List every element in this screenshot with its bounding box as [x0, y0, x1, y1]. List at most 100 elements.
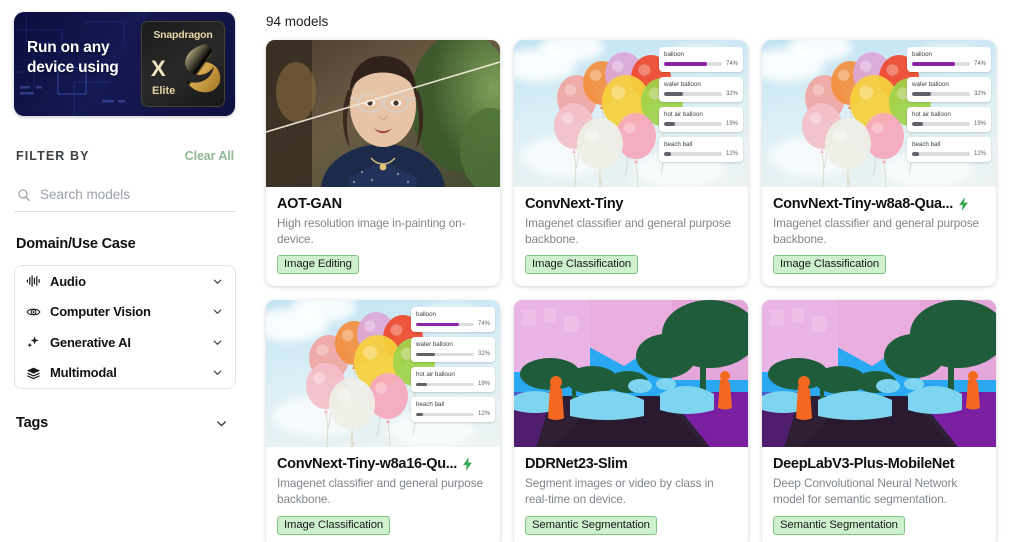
- prediction-item: hot air balloon 19%: [907, 107, 991, 132]
- prediction-value: 74%: [477, 321, 490, 328]
- model-title-row: AOT-GAN: [277, 196, 489, 212]
- prediction-bar-fill: [416, 412, 423, 417]
- street-segmentation-image: [762, 300, 996, 448]
- layers-icon: [26, 367, 41, 379]
- chevron-down-icon: [217, 420, 226, 426]
- sparkle-icon: [27, 336, 39, 348]
- prediction-bar-track: [912, 62, 970, 66]
- filter-label-multimodal: Multimodal: [50, 365, 117, 381]
- model-title-row: DDRNet23-Slim: [525, 456, 737, 472]
- classification-results-panel: balloon 74% water balloon 32% hot air ba…: [907, 47, 991, 162]
- prediction-bar-track: [912, 122, 970, 126]
- prediction-bar-track: [912, 92, 970, 96]
- prediction-bar-track: [416, 322, 474, 327]
- filter-label-generative-ai: Generative AI: [50, 334, 131, 350]
- filter-item-audio[interactable]: Audio: [15, 266, 235, 297]
- model-title-row: DeepLabV3-Plus-MobileNet: [773, 456, 985, 472]
- prediction-item: balloon 74%: [659, 47, 743, 72]
- prediction-value: 12%: [725, 151, 738, 157]
- model-category-badge[interactable]: Semantic Segmentation: [773, 515, 905, 535]
- prediction-bar-fill: [664, 62, 707, 66]
- model-card[interactable]: balloon 74% water balloon 32% hot air ba…: [514, 40, 748, 287]
- portrait-inpainting-image: [266, 40, 500, 187]
- model-card[interactable]: balloon 74% water balloon 32% hot air ba…: [762, 40, 996, 287]
- prediction-item: beach ball 12%: [411, 397, 495, 423]
- search-input-placeholder: Search models: [40, 187, 131, 202]
- prediction-bar-fill: [664, 152, 671, 156]
- prediction-value: 19%: [477, 381, 490, 388]
- snapdragon-promo-banner[interactable]: Run on any device using Snapdragon X Eli…: [14, 12, 235, 116]
- chevron-down-icon: [213, 340, 222, 345]
- model-title: ConvNext-Tiny-w8a8-Qua...: [773, 196, 953, 212]
- prediction-bar-track: [664, 152, 722, 156]
- filter-item-computer-vision[interactable]: Computer Vision: [15, 297, 235, 328]
- snapdragon-swirl-icon: [185, 44, 221, 93]
- domain-filter-list: Audio Computer Vision Generative AI Mult…: [14, 265, 236, 389]
- waveform-icon: [26, 275, 40, 288]
- model-card-body: DeepLabV3-Plus-MobileNet Deep Convolutio…: [762, 447, 996, 542]
- prediction-item: beach ball 12%: [659, 137, 743, 162]
- model-category-badge[interactable]: Semantic Segmentation: [525, 515, 657, 535]
- tags-label: Tags: [16, 415, 48, 431]
- prediction-label: beach ball: [416, 401, 445, 409]
- model-description: Imagenet classifier and general purpose …: [277, 476, 483, 507]
- model-card-grid: AOT-GAN High resolution image in-paintin…: [266, 40, 1010, 542]
- model-category-badge[interactable]: Image Classification: [773, 255, 887, 275]
- model-catalog-page: Run on any device using Snapdragon X Eli…: [0, 0, 1024, 542]
- domain-section-title: Domain/Use Case: [16, 236, 136, 252]
- clear-all-button[interactable]: Clear All: [185, 149, 234, 163]
- model-card[interactable]: DDRNet23-Slim Segment images or video by…: [514, 300, 748, 542]
- prediction-bar-fill: [912, 92, 931, 96]
- prediction-bar-track: [664, 92, 722, 96]
- prediction-item: balloon 74%: [907, 47, 991, 72]
- prediction-item: beach ball 12%: [907, 137, 991, 162]
- search-icon: [18, 188, 31, 201]
- chevron-down-icon: [213, 279, 222, 284]
- filter-item-multimodal[interactable]: Multimodal: [15, 358, 235, 389]
- model-thumbnail: [266, 40, 500, 187]
- chevron-down-icon: [213, 370, 222, 376]
- prediction-bar-track: [416, 382, 474, 387]
- model-card[interactable]: AOT-GAN High resolution image in-paintin…: [266, 40, 500, 287]
- eye-icon: [26, 308, 41, 316]
- prediction-bar-fill: [664, 92, 683, 96]
- chip-x-label: X: [151, 56, 166, 81]
- prediction-bar-fill: [416, 352, 435, 357]
- prediction-item: water balloon 32%: [411, 337, 495, 363]
- filter-by-label: FILTER BY: [16, 149, 90, 163]
- model-card[interactable]: balloon 74% water balloon 32% hot air ba…: [266, 300, 500, 542]
- prediction-label: hot air balloon: [416, 371, 455, 379]
- prediction-value: 12%: [477, 411, 490, 418]
- model-thumbnail: [514, 300, 748, 448]
- filter-item-generative-ai[interactable]: Generative AI: [15, 327, 235, 358]
- chip-elite-label: Elite: [152, 85, 176, 97]
- model-card-body: ConvNext-Tiny Imagenet classifier and ge…: [514, 187, 748, 286]
- model-title: DeepLabV3-Plus-MobileNet: [773, 456, 955, 473]
- filter-label-audio: Audio: [50, 273, 86, 289]
- prediction-bar-fill: [416, 382, 428, 387]
- prediction-bar-track: [664, 62, 722, 66]
- model-card[interactable]: DeepLabV3-Plus-MobileNet Deep Convolutio…: [762, 300, 996, 542]
- prediction-bar-fill: [912, 62, 955, 66]
- prediction-value: 74%: [725, 61, 738, 67]
- prediction-label: balloon: [912, 51, 932, 58]
- prediction-label: water balloon: [912, 81, 949, 88]
- model-category-badge[interactable]: Image Classification: [525, 255, 639, 275]
- prediction-label: balloon: [416, 311, 436, 319]
- prediction-value: 32%: [725, 91, 738, 97]
- model-card-body: AOT-GAN High resolution image in-paintin…: [266, 187, 500, 286]
- model-thumbnail: balloon 74% water balloon 32% hot air ba…: [514, 40, 748, 187]
- tags-filter-section[interactable]: Tags: [14, 415, 236, 431]
- model-category-badge[interactable]: Image Classification: [277, 515, 391, 535]
- lightning-bolt-icon: [959, 197, 968, 211]
- classification-results-panel: balloon 74% water balloon 32% hot air ba…: [659, 47, 743, 162]
- model-category-badge[interactable]: Image Editing: [277, 255, 359, 275]
- prediction-bar-track: [416, 412, 474, 417]
- prediction-label: beach ball: [912, 141, 941, 148]
- model-description: Deep Convolutional Neural Network model …: [773, 476, 958, 507]
- search-models-field[interactable]: Search models: [14, 187, 236, 212]
- model-card-body: ConvNext-Tiny-w8a16-Qu... Imagenet class…: [266, 447, 500, 542]
- model-description: Imagenet classifier and general purpose …: [773, 216, 979, 246]
- chip-brand-label: Snapdragon: [153, 29, 213, 41]
- snapdragon-chip-graphic: Snapdragon X Elite: [141, 21, 225, 107]
